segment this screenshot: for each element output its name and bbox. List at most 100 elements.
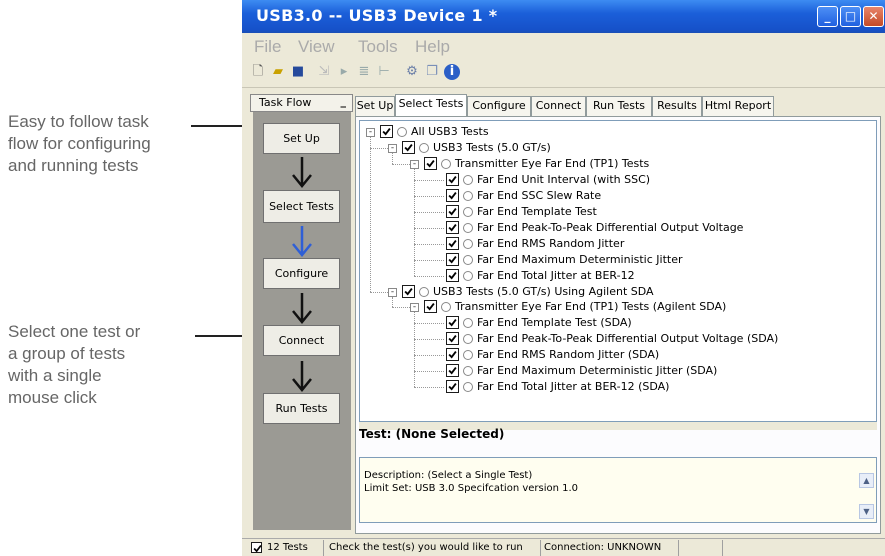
tree-row[interactable]: Far End Template Test [360, 204, 870, 220]
filter-icon[interactable]: ≣ [356, 64, 372, 80]
close-icon[interactable]: ✕ [863, 6, 884, 27]
collapse-button[interactable]: _ [341, 94, 347, 110]
tab-set-up[interactable]: Set Up [355, 96, 395, 116]
tree-connector [414, 243, 444, 245]
menu-view[interactable]: View [298, 37, 335, 57]
tree-row[interactable]: Far End Maximum Deterministic Jitter (SD… [360, 363, 870, 379]
callout-line: mouse click [8, 388, 97, 407]
callout-line: with a single [8, 366, 102, 385]
test-checkbox[interactable] [446, 268, 459, 282]
settings-icon[interactable]: ⚙ [404, 64, 420, 80]
tree-item-label: Far End Total Jitter at BER-12 [477, 268, 635, 282]
run-icon[interactable]: ▸ [336, 64, 352, 80]
save-icon[interactable]: ■ [290, 64, 306, 80]
menu-tools[interactable]: Tools [358, 37, 398, 57]
tab-run-tests[interactable]: Run Tests [586, 96, 652, 116]
test-checkbox[interactable] [446, 316, 459, 330]
collapse-toggle-icon[interactable]: - [410, 303, 419, 313]
collapse-toggle-icon[interactable]: - [388, 143, 397, 153]
test-checkbox[interactable] [446, 236, 459, 250]
test-checkbox[interactable] [402, 284, 415, 298]
tree-item-label: Far End Peak-To-Peak Differential Output… [477, 220, 744, 234]
test-checkbox[interactable] [446, 204, 459, 218]
tree-row[interactable]: Far End RMS Random Jitter [360, 236, 870, 252]
test-checkbox[interactable] [380, 125, 393, 138]
task-run-tests-button[interactable]: Run Tests [263, 393, 340, 424]
task-connect-button[interactable]: Connect [263, 325, 340, 356]
collapse-toggle-icon[interactable]: - [388, 287, 397, 297]
open-folder-icon[interactable]: ▰ [270, 64, 286, 80]
test-checkbox[interactable] [424, 300, 437, 314]
flow-arrow-icon [292, 293, 312, 324]
tree-item-label: Far End RMS Random Jitter [477, 236, 625, 250]
tree-row[interactable]: Far End RMS Random Jitter (SDA) [360, 347, 870, 363]
test-checkbox[interactable] [446, 348, 459, 362]
toolbar: 🗋 ▰ ■ ⇲ ▸ ≣ ⊢ ⚙ ❐ i [242, 59, 885, 88]
tab-results[interactable]: Results [652, 96, 702, 116]
info-icon[interactable]: i [444, 64, 460, 80]
title-bar[interactable]: USB3.0 -- USB3 Device 1 * _ □ ✕ [242, 0, 885, 33]
tree-connector [414, 387, 444, 389]
copy-icon[interactable]: ❐ [424, 64, 440, 80]
test-checkbox[interactable] [402, 140, 415, 154]
marker-icon[interactable]: ⊢ [376, 64, 392, 80]
tree-row[interactable]: Far End Total Jitter at BER-12 [360, 268, 870, 284]
tree-item-label: USB3 Tests (5.0 GT/s) [433, 140, 551, 154]
callout-line: Select one test or [8, 322, 141, 341]
test-checkbox[interactable] [446, 252, 459, 266]
new-file-icon[interactable]: 🗋 [250, 64, 266, 80]
tree-item-label: Transmitter Eye Far End (TP1) Tests [455, 156, 650, 170]
test-tree[interactable]: - All USB3 Tests - USB3 Tests (5.0 GT/s) - Tr… [359, 120, 877, 422]
tree-item-label: Far End Maximum Deterministic Jitter (SD… [477, 364, 718, 378]
tree-connector [370, 147, 388, 149]
minimize-icon[interactable]: _ [817, 6, 838, 27]
tree-connector [414, 312, 415, 388]
tree-row[interactable]: - Transmitter Eye Far End (TP1) Tests (Ag… [360, 299, 870, 315]
collapse-toggle-icon[interactable]: - [366, 128, 375, 137]
status-circle-icon [463, 254, 473, 265]
tree-row[interactable]: - Transmitter Eye Far End (TP1) Tests [360, 156, 870, 172]
status-circle-icon [463, 190, 473, 201]
tree-connector [414, 259, 444, 261]
checkbox-icon[interactable] [251, 542, 262, 553]
tree-row[interactable]: - USB3 Tests (5.0 GT/s) [360, 140, 870, 156]
test-checkbox[interactable] [446, 332, 459, 346]
tree-row[interactable]: - All USB3 Tests [360, 124, 870, 140]
test-checkbox[interactable] [446, 172, 459, 186]
task-configure-button[interactable]: Configure [263, 258, 340, 289]
test-checkbox[interactable] [446, 380, 459, 394]
scroll-up-icon[interactable]: ▲ [859, 473, 874, 488]
status-circle-icon [463, 366, 473, 377]
task-select-tests-button[interactable]: Select Tests [263, 190, 340, 223]
tree-row[interactable]: Far End Total Jitter at BER-12 (SDA) [360, 379, 870, 395]
collapse-toggle-icon[interactable]: - [410, 159, 419, 169]
tree-connector [414, 339, 444, 341]
menu-help[interactable]: Help [415, 37, 450, 57]
tree-row[interactable]: Far End Unit Interval (with SSC) [360, 172, 870, 188]
tab-select-tests[interactable]: Select Tests [395, 94, 467, 116]
status-circle-icon [463, 350, 473, 361]
tree-row[interactable]: Far End Maximum Deterministic Jitter [360, 252, 870, 268]
tab-html-report[interactable]: Html Report [702, 96, 774, 116]
tree-row[interactable]: - USB3 Tests (5.0 GT/s) Using Agilent SDA [360, 284, 870, 300]
status-count-text: 12 Tests [267, 542, 308, 553]
test-checkbox[interactable] [446, 364, 459, 378]
tree-connector [414, 179, 444, 181]
tab-connect[interactable]: Connect [531, 96, 586, 116]
maximize-icon[interactable]: □ [840, 6, 861, 27]
test-checkbox[interactable] [424, 156, 437, 170]
tree-connector [414, 355, 444, 357]
scroll-down-icon[interactable]: ▼ [859, 504, 874, 519]
export-icon[interactable]: ⇲ [316, 64, 332, 80]
menu-file[interactable]: File [254, 37, 281, 57]
tree-row[interactable]: Far End SSC Slew Rate [360, 188, 870, 204]
test-checkbox[interactable] [446, 188, 459, 202]
tree-row[interactable]: Far End Peak-To-Peak Differential Output… [360, 331, 870, 347]
test-checkbox[interactable] [446, 220, 459, 234]
tree-row[interactable]: Far End Template Test (SDA) [360, 315, 870, 331]
tree-row[interactable]: Far End Peak-To-Peak Differential Output… [360, 220, 870, 236]
tree-item-label: Far End RMS Random Jitter (SDA) [477, 348, 660, 362]
tree-connector [414, 371, 444, 373]
tab-configure[interactable]: Configure [467, 96, 531, 116]
task-setup-button[interactable]: Set Up [263, 123, 340, 154]
